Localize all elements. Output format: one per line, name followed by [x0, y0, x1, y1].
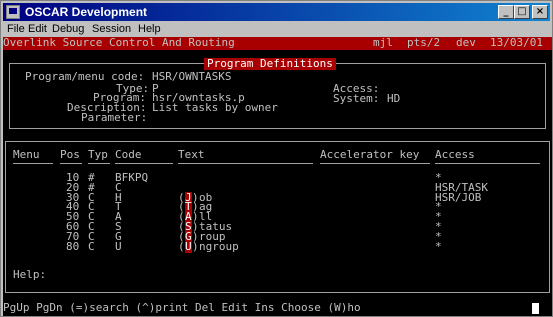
system-label: System: — [333, 92, 380, 105]
title-bar[interactable]: OSCAR Development _ □ × — [3, 3, 550, 21]
col-underline-typ — [88, 163, 110, 164]
col-underline-menu — [13, 163, 53, 164]
description-value[interactable]: List tasks by owner — [152, 102, 278, 114]
row-text-paren-close: ) — [192, 240, 199, 253]
row-access: * — [435, 240, 442, 253]
status-bar: Overlink Source Control And Routing mjl … — [3, 37, 552, 50]
system-value[interactable]: HD — [387, 93, 400, 105]
row-pos: 80 — [66, 240, 80, 253]
row-text-rest: ngroup — [199, 240, 239, 253]
col-header-pos: Pos — [60, 148, 80, 161]
status-title: Overlink Source Control And Routing — [3, 36, 235, 49]
row-code: U — [115, 240, 122, 253]
menu-session[interactable]: Session — [92, 22, 131, 37]
status-env: dev — [456, 36, 476, 49]
col-header-text: Text — [178, 148, 205, 161]
col-underline-text — [178, 163, 313, 164]
window-title: OSCAR Development — [25, 5, 148, 19]
minimize-button[interactable]: _ — [498, 5, 514, 19]
menu-file[interactable]: File — [7, 22, 25, 37]
col-header-typ: Typ — [88, 148, 108, 161]
terminal-window: OSCAR Development _ □ × File Edit Debug … — [0, 0, 553, 317]
col-underline-accelerator — [320, 163, 430, 164]
status-date: 13/03/01 — [490, 36, 543, 49]
col-header-code: Code — [115, 148, 142, 161]
menu-edit[interactable]: Edit — [28, 22, 47, 37]
terminal-screen[interactable]: Overlink Source Control And Routing mjl … — [3, 37, 552, 316]
menu-bar: File Edit Debug Session Help — [3, 22, 550, 37]
status-user: mjl — [373, 36, 393, 49]
menu-help[interactable]: Help — [138, 22, 161, 37]
code-value[interactable]: HSR/OWNTASKS — [152, 71, 231, 83]
help-label: Help: — [13, 268, 47, 281]
close-button[interactable]: × — [532, 5, 548, 19]
col-underline-code — [115, 163, 173, 164]
app-icon[interactable] — [6, 5, 20, 19]
col-underline-pos — [60, 163, 82, 164]
program-definitions-heading: Program Definitions — [204, 58, 336, 70]
col-header-access: Access — [435, 148, 475, 161]
row-text-hotkey: U — [185, 240, 192, 253]
col-underline-access — [435, 163, 540, 164]
col-header-accelerator: Accelerator key — [320, 148, 420, 161]
text-cursor — [532, 303, 539, 314]
menu-debug[interactable]: Debug — [52, 22, 84, 37]
row-access: HSR/JOB — [435, 191, 482, 204]
col-header-menu: Menu — [13, 148, 40, 161]
row-text-paren-open: ( — [178, 240, 185, 253]
maximize-button[interactable]: □ — [514, 5, 530, 19]
parameter-label: Parameter: — [81, 111, 148, 124]
status-tty: pts/2 — [407, 36, 441, 49]
function-keys-line[interactable]: PgUp PgDn (=)search (^)print Del Edit In… — [3, 302, 361, 314]
row-typ: C — [88, 240, 95, 253]
